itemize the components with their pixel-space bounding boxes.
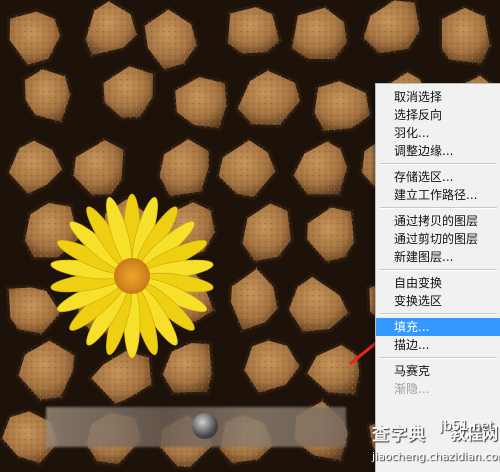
watermark-site: jb51.net (440, 419, 494, 434)
menu-item[interactable]: 通过拷贝的图层 (376, 212, 500, 230)
menu-item[interactable]: 羽化... (376, 124, 500, 142)
menu-separator (380, 163, 497, 165)
menu-item[interactable]: 取消选择 (376, 88, 500, 106)
menu-item: 渐隐... (394, 382, 430, 396)
menu-separator (380, 207, 497, 209)
menu-separator (380, 357, 497, 359)
watermark-url: jiaocheng.chazidian.com (372, 450, 500, 463)
menu-item[interactable]: 选择反向 (376, 106, 500, 124)
menu-item[interactable]: 通过剪切的图层 (376, 230, 500, 248)
context-menu: 取消选择 选择反向 羽化... 调整边缘... 存储选区... 建立工作路径... 通过拷贝… (375, 83, 500, 472)
menu-item[interactable]: 填充... (376, 318, 500, 336)
menu-item[interactable]: 新建图层... (376, 248, 500, 266)
soil-texture (440, 6, 492, 65)
menu-item[interactable]: 存储选区... (376, 168, 500, 186)
blurred-knob (192, 413, 218, 439)
menu-item[interactable]: 变换选区 (376, 292, 500, 310)
soil-texture (226, 5, 281, 56)
menu-item[interactable]: 马赛克 (376, 362, 500, 380)
menu-item[interactable]: 建立工作路径... (376, 186, 500, 204)
menu-item[interactable]: 自由变换 (376, 274, 500, 292)
watermark-main: 查字典 (372, 425, 426, 445)
menu-item[interactable]: 调整边缘... (376, 142, 500, 160)
menu-separator (380, 269, 497, 271)
menu-item[interactable]: 描边... (376, 336, 500, 354)
flower-center (114, 258, 150, 294)
menu-separator (380, 313, 497, 315)
